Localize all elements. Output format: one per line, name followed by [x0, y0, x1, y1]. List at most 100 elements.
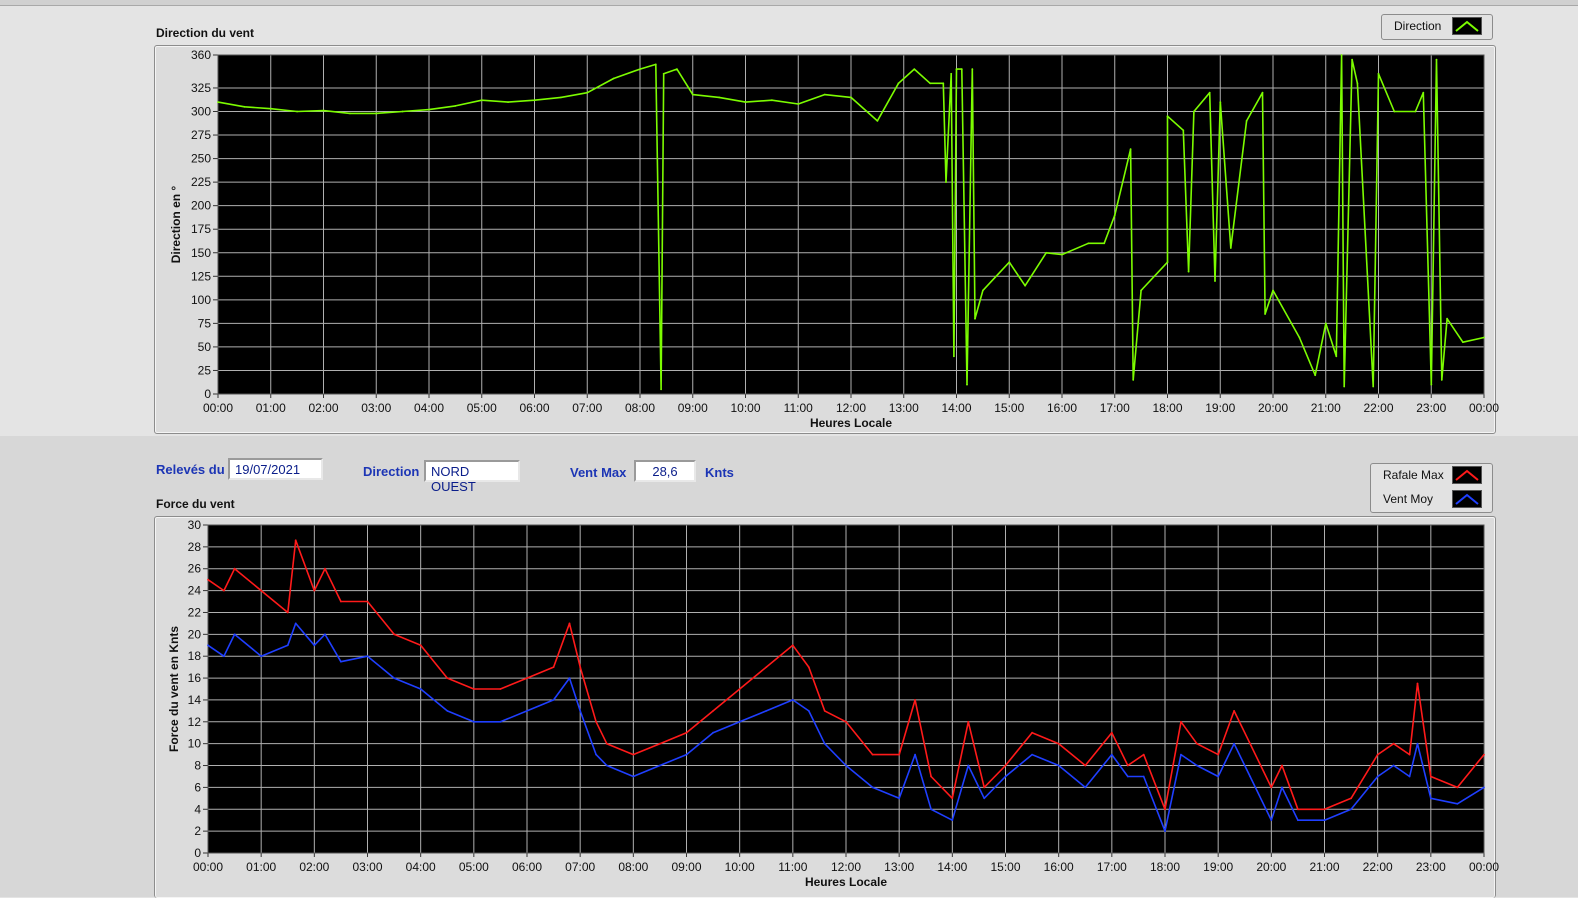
x-tick-label: 22:00	[1363, 860, 1393, 874]
data-point	[579, 666, 582, 668]
data-point	[286, 644, 289, 647]
data-point	[930, 775, 932, 778]
data-point	[951, 819, 954, 822]
data-point	[983, 786, 986, 789]
data-point	[823, 710, 826, 712]
data-point	[393, 633, 395, 636]
y-tick-label: 24	[188, 584, 202, 598]
y-tick-label: 12	[188, 715, 202, 729]
x-tick-label: 00:00	[1469, 860, 1499, 874]
data-point	[1110, 753, 1113, 756]
y-tick-label: 30	[188, 518, 202, 532]
data-point	[1217, 775, 1220, 778]
data-point	[1416, 682, 1419, 685]
data-point	[1217, 753, 1220, 756]
data-point	[1350, 808, 1352, 811]
x-tick-label: 23:00	[1416, 860, 1446, 874]
data-point	[313, 589, 316, 592]
data-point	[951, 797, 954, 800]
data-point	[568, 677, 571, 679]
data-point	[207, 578, 209, 581]
y-tick-label: 16	[188, 671, 202, 685]
x-tick-label: 11:00	[778, 860, 807, 874]
y-tick-label: 18	[188, 649, 202, 663]
data-point	[1142, 753, 1145, 756]
data-point	[712, 731, 714, 734]
y-tick-label: 14	[188, 693, 202, 707]
data-point	[552, 699, 555, 701]
data-point	[1456, 786, 1459, 789]
data-point	[595, 720, 597, 723]
x-tick-label: 17:00	[1097, 860, 1127, 874]
y-tick-label: 8	[194, 759, 201, 773]
data-point	[324, 567, 326, 570]
data-point	[313, 644, 316, 647]
data-point	[1196, 742, 1198, 745]
data-point	[1196, 764, 1198, 767]
data-point	[791, 644, 794, 647]
data-point	[605, 764, 608, 767]
data-point	[738, 688, 741, 690]
x-tick-label: 20:00	[1256, 860, 1286, 874]
x-tick-label: 18:00	[1150, 860, 1180, 874]
data-point	[807, 666, 810, 668]
data-point	[930, 808, 932, 811]
data-point	[1084, 764, 1087, 767]
data-point	[983, 797, 986, 800]
data-point	[871, 786, 874, 789]
x-tick-label: 02:00	[299, 860, 329, 874]
data-point	[1281, 786, 1283, 789]
data-point	[898, 753, 901, 756]
data-point	[1483, 786, 1485, 789]
data-point	[223, 655, 225, 658]
data-point	[1270, 786, 1273, 789]
data-point	[967, 720, 970, 723]
y-tick-label: 10	[188, 737, 202, 751]
data-point	[366, 655, 369, 658]
data-point	[1408, 753, 1411, 756]
x-tick-label: 19:00	[1203, 860, 1233, 874]
data-point	[605, 742, 608, 745]
data-point	[568, 622, 571, 625]
y-tick-label: 0	[194, 846, 201, 860]
data-point	[223, 589, 225, 592]
data-point	[1392, 742, 1395, 745]
data-point	[1004, 764, 1007, 767]
y-tick-label: 26	[188, 562, 202, 576]
data-point	[632, 775, 635, 778]
data-point	[632, 753, 635, 756]
data-point	[595, 753, 597, 756]
y-tick-label: 20	[188, 627, 202, 641]
data-point	[419, 688, 422, 690]
data-point	[233, 567, 236, 570]
y-tick-label: 2	[194, 824, 201, 838]
x-tick-label: 03:00	[352, 860, 382, 874]
x-tick-label: 05:00	[459, 860, 489, 874]
data-point	[1350, 797, 1352, 800]
data-point	[1429, 797, 1432, 800]
x-tick-label: 10:00	[725, 860, 755, 874]
data-point	[446, 677, 449, 679]
data-point	[1126, 775, 1129, 778]
x-tick-label: 07:00	[565, 860, 595, 874]
x-tick-label: 09:00	[671, 860, 701, 874]
data-point	[1180, 720, 1182, 723]
data-point	[1323, 808, 1326, 811]
data-point	[207, 644, 209, 647]
data-point	[340, 660, 342, 663]
data-point	[659, 742, 661, 745]
data-point	[1233, 742, 1235, 745]
force-chart: 00:00 01:00 02:00 03:00 04:00 05:00 06:00 07:00…	[167, 518, 1499, 889]
data-point	[1323, 819, 1326, 822]
data-point	[914, 753, 916, 756]
data-point	[845, 720, 847, 723]
data-point	[1456, 802, 1459, 805]
data-point	[685, 753, 688, 756]
data-point	[1126, 764, 1129, 767]
data-point	[807, 710, 810, 712]
data-point	[1164, 830, 1166, 832]
data-point	[324, 633, 326, 636]
data-point	[1429, 775, 1432, 778]
data-point	[1031, 753, 1033, 756]
data-point	[1408, 775, 1411, 778]
